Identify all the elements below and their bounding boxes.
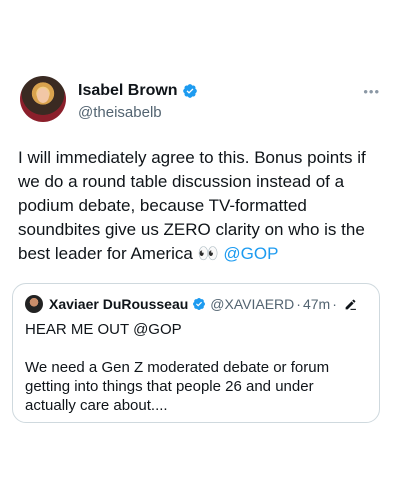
edited-pencil-icon — [345, 299, 356, 310]
quoted-tweet-header: Xaviaer DuRousseau @XAVIAERD · 47m · — [25, 294, 367, 314]
verified-badge-icon — [193, 298, 206, 310]
author-name-row: Isabel Brown — [78, 82, 198, 100]
quoted-tweet[interactable]: Xaviaer DuRousseau @XAVIAERD · 47m · HEA… — [12, 283, 380, 423]
tweet-text: I will immediately agree to this. Bonus … — [18, 146, 380, 266]
quoted-text-line-2: We need a Gen Z moderated debate or foru… — [25, 359, 330, 414]
quoted-author-handle[interactable]: @XAVIAERD — [210, 296, 294, 312]
quoted-author-avatar[interactable] — [25, 295, 43, 313]
more-options-icon[interactable]: ••• — [363, 84, 380, 99]
quoted-text-line-1: HEAR ME OUT @GOP — [25, 321, 182, 338]
verified-badge-icon — [182, 84, 197, 98]
tweet-text-main: I will immediately agree to this. Bonus … — [18, 148, 366, 263]
quoted-author-name[interactable]: Xaviaer DuRousseau — [49, 296, 188, 312]
tweet: Isabel Brown @theisabelb ••• I will imme… — [18, 74, 382, 266]
author-display-name[interactable]: Isabel Brown — [78, 82, 178, 100]
quoted-tweet-text: HEAR ME OUT @GOP We need a Gen Z moderat… — [25, 320, 365, 415]
author-handle[interactable]: @theisabelb — [78, 104, 162, 121]
separator-dot: · — [332, 296, 337, 312]
mention-link[interactable]: @GOP — [223, 244, 278, 263]
author-avatar[interactable] — [20, 76, 66, 122]
separator-dot: · — [296, 296, 301, 312]
tweet-header: Isabel Brown @theisabelb ••• — [18, 74, 382, 126]
quoted-timestamp[interactable]: 47m — [303, 296, 330, 312]
